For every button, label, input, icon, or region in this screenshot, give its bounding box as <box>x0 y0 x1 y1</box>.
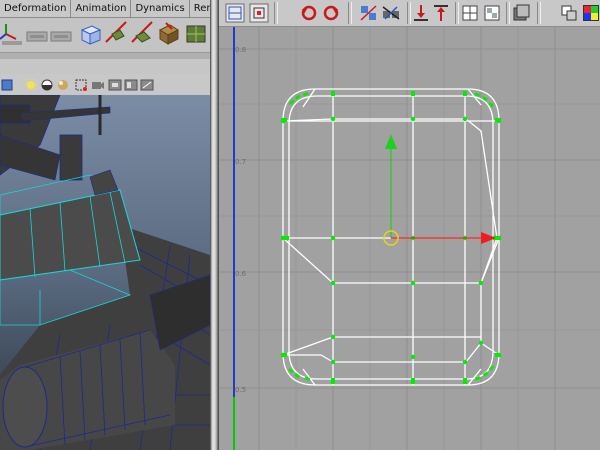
flip-u-icon[interactable] <box>411 3 431 23</box>
dim-image-icon[interactable] <box>559 3 579 23</box>
grid-toggle-icon[interactable] <box>140 77 154 91</box>
rotate-icon[interactable] <box>26 20 50 46</box>
grid-label-0-6: 0.6 <box>235 270 247 278</box>
stitch-icon[interactable] <box>104 20 128 46</box>
perspective-viewport[interactable] <box>0 95 210 450</box>
layout-icon[interactable] <box>156 20 180 46</box>
grid-label-0-7: 0.7 <box>235 158 246 166</box>
light-icon[interactable] <box>24 77 38 91</box>
uv-shell-icon[interactable] <box>184 20 208 46</box>
scale-icon[interactable] <box>50 20 74 46</box>
shading-icon[interactable] <box>0 77 14 91</box>
flip-v-icon[interactable] <box>431 3 451 23</box>
sew-uv-icon[interactable] <box>381 3 401 23</box>
uv-mesh-icon[interactable] <box>225 3 245 23</box>
uv-editor-toolbar <box>219 0 600 27</box>
uv-canvas[interactable]: 0.8 0.7 0.6 0.5 <box>219 27 600 450</box>
viewport-toolbar <box>0 74 210 94</box>
rotate-cw-icon[interactable] <box>321 3 341 23</box>
cube-icon[interactable] <box>78 20 102 46</box>
cut-uv-icon[interactable] <box>359 3 379 23</box>
snap-icon[interactable] <box>482 3 502 23</box>
uv-select-icon[interactable] <box>249 3 269 23</box>
texture-icon[interactable] <box>40 77 54 91</box>
uv-texture-editor: 0.8 0.7 0.6 0.5 <box>219 0 600 450</box>
tab-animation[interactable]: Animation <box>71 0 132 17</box>
perspective-panel: Deformation Animation Dynamics Rende <box>0 0 210 450</box>
tab-rendering[interactable]: Rende <box>190 0 210 17</box>
shelf-scrollbar[interactable] <box>0 52 210 59</box>
material-icon[interactable] <box>56 77 70 91</box>
rotate-ccw-icon[interactable] <box>299 3 319 23</box>
shaded-uv-icon[interactable] <box>581 3 600 23</box>
isolate-icon[interactable] <box>74 77 88 91</box>
grid-icon[interactable] <box>460 3 480 23</box>
resolution-gate-icon[interactable] <box>108 77 122 91</box>
tab-dynamics[interactable]: Dynamics <box>131 0 190 17</box>
panel-splitter[interactable] <box>210 0 219 450</box>
grid-label-0-5: 0.5 <box>235 386 246 394</box>
shelf <box>0 18 210 52</box>
grid-label-0-8: 0.8 <box>235 46 246 54</box>
camera-icon[interactable] <box>90 77 104 91</box>
xray-icon[interactable] <box>124 77 138 91</box>
move-icon[interactable] <box>0 20 24 46</box>
cut-icon[interactable] <box>130 20 154 46</box>
texture-display-icon[interactable] <box>511 3 531 23</box>
menu-set-tabs: Deformation Animation Dynamics Rende <box>0 0 210 18</box>
tab-deformation[interactable]: Deformation <box>0 0 72 17</box>
